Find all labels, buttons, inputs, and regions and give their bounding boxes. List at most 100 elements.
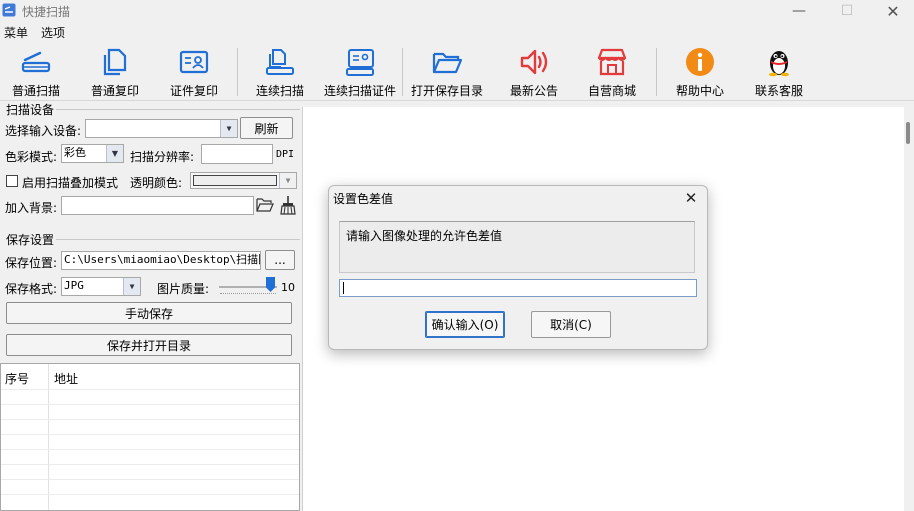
transparent-color-label: 透明颜色:	[130, 176, 183, 190]
scrollbar-thumb[interactable]	[906, 122, 910, 144]
title-bar: 快捷扫描 — ☐ ✕	[0, 0, 914, 22]
tool-normal-scan-button[interactable]: 普通扫描	[4, 46, 68, 99]
table-row	[1, 419, 299, 420]
app-logo-icon	[2, 3, 16, 17]
device-select[interactable]: ▼	[85, 119, 238, 138]
image-quality-label: 图片质量:	[157, 282, 210, 296]
tool-label: 连续扫描	[255, 84, 304, 98]
chevron-down-icon: ▼	[123, 278, 140, 295]
group-divider	[56, 109, 300, 110]
shop-icon	[597, 48, 627, 76]
browse-button[interactable]: ...	[265, 250, 295, 270]
tool-label: 证件复印	[169, 84, 218, 98]
tool-label: 连续扫描证件	[323, 84, 396, 98]
column-header-address: 地址	[54, 372, 79, 386]
tool-contact-service-button[interactable]: 联系客服	[747, 46, 811, 99]
tool-label: 普通扫描	[11, 84, 60, 98]
toolbar-divider	[0, 100, 914, 101]
tool-id-copy-button[interactable]: 证件复印	[162, 46, 226, 99]
save-format-select[interactable]: JPG ▼	[61, 277, 141, 296]
refresh-button[interactable]: 刷新	[240, 117, 293, 139]
chevron-down-icon: ▼	[220, 120, 237, 137]
chevron-down-icon: ▼	[279, 173, 296, 188]
tool-announcement-button[interactable]: 最新公告	[502, 46, 566, 99]
color-mode-value: 彩色	[64, 146, 86, 159]
maximize-button[interactable]: ☐	[824, 0, 870, 22]
color-swatch	[193, 175, 277, 186]
color-mode-label: 色彩模式:	[5, 150, 58, 164]
menu-item-options[interactable]: 选项	[41, 24, 65, 41]
table-row	[1, 449, 299, 450]
resolution-unit: DPI	[276, 149, 295, 160]
dialog-close-button[interactable]: ✕	[677, 186, 705, 210]
resolution-input[interactable]	[201, 144, 273, 164]
tool-continuous-id-scan-button[interactable]: 连续扫描证件	[322, 46, 398, 99]
minimize-button[interactable]: —	[776, 0, 822, 22]
minimize-icon: —	[792, 3, 806, 19]
tool-help-center-button[interactable]: 帮助中心	[668, 46, 732, 99]
cancel-button[interactable]: 取消(C)	[531, 311, 611, 338]
toolbar-separator	[656, 48, 657, 96]
folder-icon[interactable]	[256, 197, 274, 213]
close-button[interactable]: ✕	[870, 0, 914, 22]
toolbar-separator	[237, 48, 238, 96]
broom-icon[interactable]	[279, 195, 297, 215]
confirm-input-button[interactable]: 确认输入(O)	[425, 311, 505, 338]
resolution-label: 扫描分辨率:	[130, 150, 195, 164]
continuous-scan-icon	[266, 49, 294, 75]
quality-value: 10	[281, 281, 295, 294]
tool-label: 打开保存目录	[410, 84, 483, 98]
dialog-message-box: 请输入图像处理的允许色差值	[339, 221, 695, 273]
file-list-table[interactable]: 序号 地址	[0, 363, 300, 511]
speaker-icon	[520, 49, 548, 75]
background-label: 加入背景:	[5, 201, 58, 215]
overlay-checkbox[interactable]	[6, 175, 18, 187]
close-icon: ✕	[886, 1, 900, 21]
quality-slider-ticks	[220, 293, 276, 296]
table-row	[1, 404, 299, 405]
copy-icon	[103, 48, 127, 76]
scanner-icon	[21, 51, 51, 73]
column-divider	[48, 364, 49, 510]
continuous-id-scan-icon	[346, 49, 374, 76]
tool-label: 联系客服	[754, 84, 803, 98]
menu-bar: 菜单 选项	[0, 22, 914, 42]
tool-normal-copy-button[interactable]: 普通复印	[83, 46, 147, 99]
preview-scrollbar[interactable]	[904, 107, 914, 511]
color-mode-select[interactable]: 彩色 ▼	[61, 144, 124, 163]
table-row	[1, 434, 299, 435]
scan-settings-title: 扫描设备	[5, 101, 56, 118]
menu-item-menu[interactable]: 菜单	[4, 24, 28, 41]
maximize-icon: ☐	[840, 3, 854, 19]
toolbar-separator	[402, 48, 403, 96]
id-card-icon	[179, 50, 209, 74]
manual-save-button[interactable]: 手动保存	[6, 302, 292, 324]
color-tolerance-dialog: 设置色差值 ✕ 请输入图像处理的允许色差值 确认输入(O) 取消(C)	[328, 185, 708, 350]
tool-continuous-scan-button[interactable]: 连续扫描	[248, 46, 312, 99]
color-tolerance-input[interactable]	[339, 279, 697, 297]
quality-slider-thumb[interactable]	[266, 277, 275, 292]
table-row	[1, 389, 299, 390]
table-row	[1, 464, 299, 465]
toolbar: 普通扫描 普通复印 证件复印 连续扫描 连续扫描证件 打开保存目录 最新公告 自…	[0, 42, 914, 100]
text-caret	[343, 282, 344, 294]
dialog-message: 请输入图像处理的允许色差值	[346, 229, 503, 243]
group-divider	[56, 239, 300, 240]
tool-label: 最新公告	[509, 84, 558, 98]
table-row	[1, 494, 299, 495]
dialog-title: 设置色差值	[333, 192, 394, 206]
save-settings-title: 保存设置	[5, 231, 56, 248]
save-location-label: 保存位置:	[5, 256, 58, 270]
table-row	[1, 479, 299, 480]
tool-open-save-folder-button[interactable]: 打开保存目录	[410, 46, 484, 99]
background-input[interactable]	[61, 196, 254, 215]
overlay-label: 启用扫描叠加模式	[22, 176, 119, 190]
qq-penguin-icon	[769, 51, 789, 77]
folder-open-icon	[432, 52, 463, 74]
tool-label: 普通复印	[90, 84, 139, 98]
transparent-color-select[interactable]: ▼	[190, 172, 297, 189]
save-location-input[interactable]: C:\Users\miaomiao\Desktop\扫描图片	[61, 251, 261, 270]
tool-shop-button[interactable]: 自营商城	[580, 46, 644, 99]
save-and-open-folder-button[interactable]: 保存并打开目录	[6, 334, 292, 356]
save-format-value: JPG	[64, 279, 84, 292]
